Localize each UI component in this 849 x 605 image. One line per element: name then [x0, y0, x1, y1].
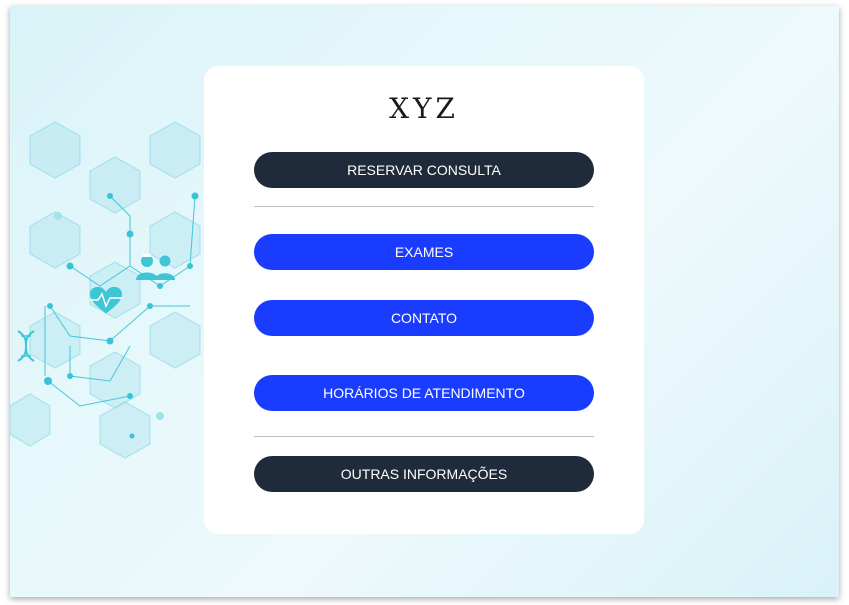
medical-background-decoration: [10, 121, 201, 459]
app-window: XYZ RESERVAR CONSULTA EXAMES CONTATO HOR…: [10, 6, 839, 597]
exames-button[interactable]: EXAMES: [254, 234, 594, 270]
horarios-atendimento-button[interactable]: HORÁRIOS DE ATENDIMENTO: [254, 375, 594, 411]
outras-informacoes-button[interactable]: OUTRAS INFORMAÇÕES: [254, 456, 594, 492]
reservar-consulta-button[interactable]: RESERVAR CONSULTA: [254, 152, 594, 188]
page-title: XYZ: [389, 92, 459, 125]
contato-button[interactable]: CONTATO: [254, 300, 594, 336]
menu-card: XYZ RESERVAR CONSULTA EXAMES CONTATO HOR…: [204, 66, 644, 534]
divider: [254, 436, 594, 437]
divider: [254, 206, 594, 207]
doctors-icon: [136, 254, 175, 280]
